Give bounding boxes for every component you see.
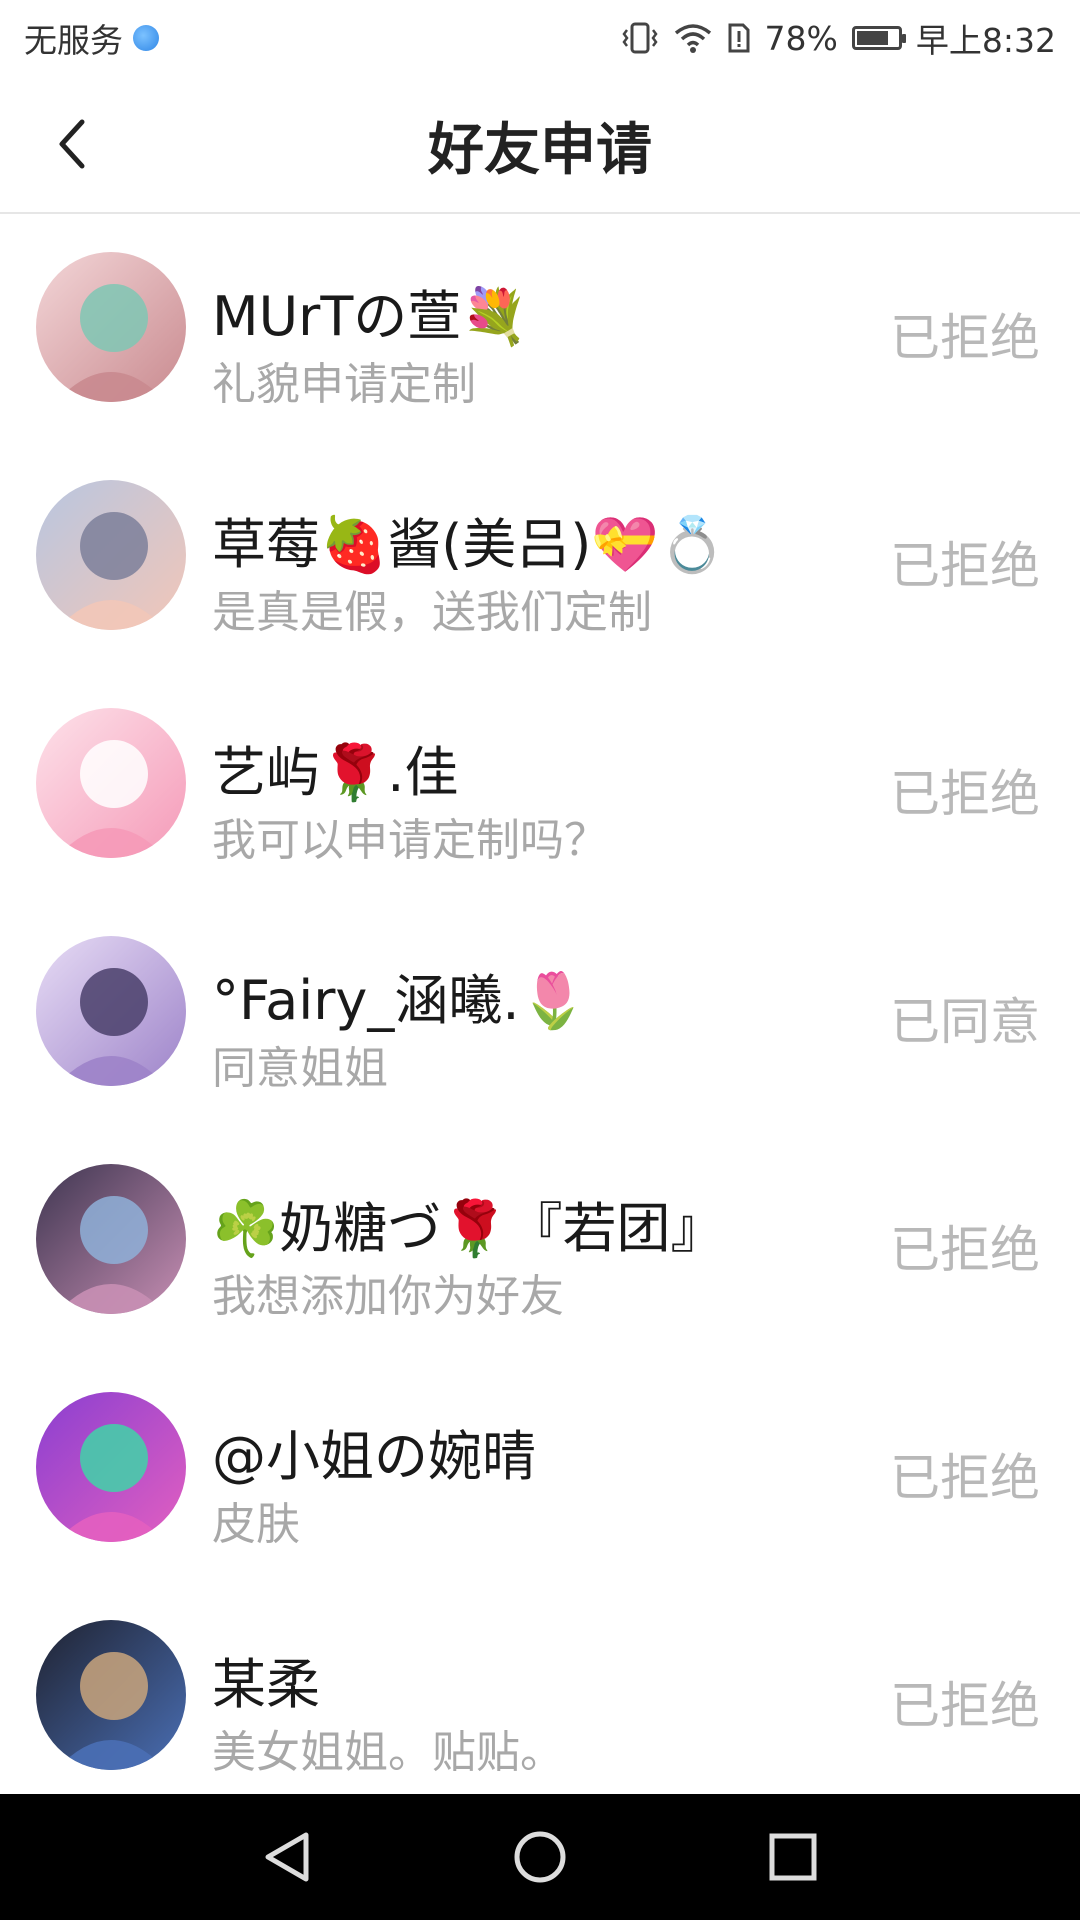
vpn-icon [133,25,159,51]
friend-request-item[interactable]: 草莓🍓酱(美吕)💝💍 是真是假，送我们定制 已拒绝 [0,442,1080,670]
back-triangle-icon [265,1832,309,1882]
back-button[interactable] [40,112,104,176]
request-message: 是真是假，送我们定制 [212,587,652,638]
status-left: 无服务 [24,14,159,62]
avatar[interactable] [36,1392,186,1542]
request-name: 某柔 [212,1653,320,1716]
request-name: 艺屿🌹.佳 [212,741,459,804]
status-right: 78% 早上8:32 [621,14,1056,62]
request-status: 已拒绝 [890,765,1040,823]
request-status: 已同意 [890,993,1040,1051]
friend-request-list: MUrTの萱💐 礼貌申请定制 已拒绝 草莓🍓酱(美吕)💝💍 是真是假，送我们定制 已拒绝艺… [0,214,1080,1810]
sim-alert-icon [727,22,751,54]
request-status: 已拒绝 [890,537,1040,595]
system-nav-bar [0,1794,1080,1920]
avatar[interactable] [36,1620,186,1770]
nav-home-button[interactable] [505,1822,575,1892]
request-status: 已拒绝 [890,1677,1040,1735]
chevron-left-icon [59,119,85,169]
avatar[interactable] [36,480,186,630]
request-name: ☘️奶糖づ🌹『若团』 [212,1197,725,1260]
clock: 早上8:32 [915,21,1056,60]
friend-request-item[interactable]: MUrTの萱💐 礼貌申请定制 已拒绝 [0,214,1080,442]
request-message: 同意姐姐 [212,1043,388,1094]
request-status: 已拒绝 [890,1221,1040,1279]
status-bar: 无服务 78% 早上8:32 [0,0,1080,76]
request-message: 我可以申请定制吗？ [212,815,608,866]
nav-back-button[interactable] [252,1822,322,1892]
avatar[interactable] [36,252,186,402]
request-name: @小姐の婉晴 [212,1425,536,1488]
home-circle-icon [514,1831,566,1883]
friend-request-item[interactable]: 某柔美女姐姐。贴贴。 已拒绝 [0,1582,1080,1810]
header: 好友申请 [0,76,1080,214]
battery-icon [851,26,906,50]
request-message: 礼貌申请定制 [212,359,476,410]
friend-request-item[interactable]: ☘️奶糖づ🌹『若团』我想添加你为好友 已拒绝 [0,1126,1080,1354]
avatar[interactable] [36,1164,186,1314]
friend-request-item[interactable]: 艺屿🌹.佳我可以申请定制吗？ 已拒绝 [0,670,1080,898]
recents-square-icon [769,1833,817,1881]
vibrate-icon [621,21,659,55]
request-name: MUrTの萱💐 [212,285,529,348]
avatar[interactable] [36,936,186,1086]
request-message: 我想添加你为好友 [212,1271,564,1322]
avatar[interactable] [36,708,186,858]
wifi-icon [673,22,713,54]
request-name: °Fairy_涵曦.🌷 [212,969,587,1032]
friend-request-item[interactable]: @小姐の婉晴皮肤 已拒绝 [0,1354,1080,1582]
request-status: 已拒绝 [890,309,1040,367]
request-message: 皮肤 [212,1499,300,1550]
page-title: 好友申请 [428,117,652,183]
nav-recents-button[interactable] [758,1822,828,1892]
request-name: 草莓🍓酱(美吕)💝💍 [212,513,726,576]
carrier-label: 无服务 [24,21,123,60]
battery-level [856,31,889,45]
request-status: 已拒绝 [890,1449,1040,1507]
friend-request-item[interactable]: °Fairy_涵曦.🌷 同意姐姐 已同意 [0,898,1080,1126]
battery-percent: 78% [764,18,838,58]
request-message: 美女姐姐。贴贴。 [212,1727,564,1778]
